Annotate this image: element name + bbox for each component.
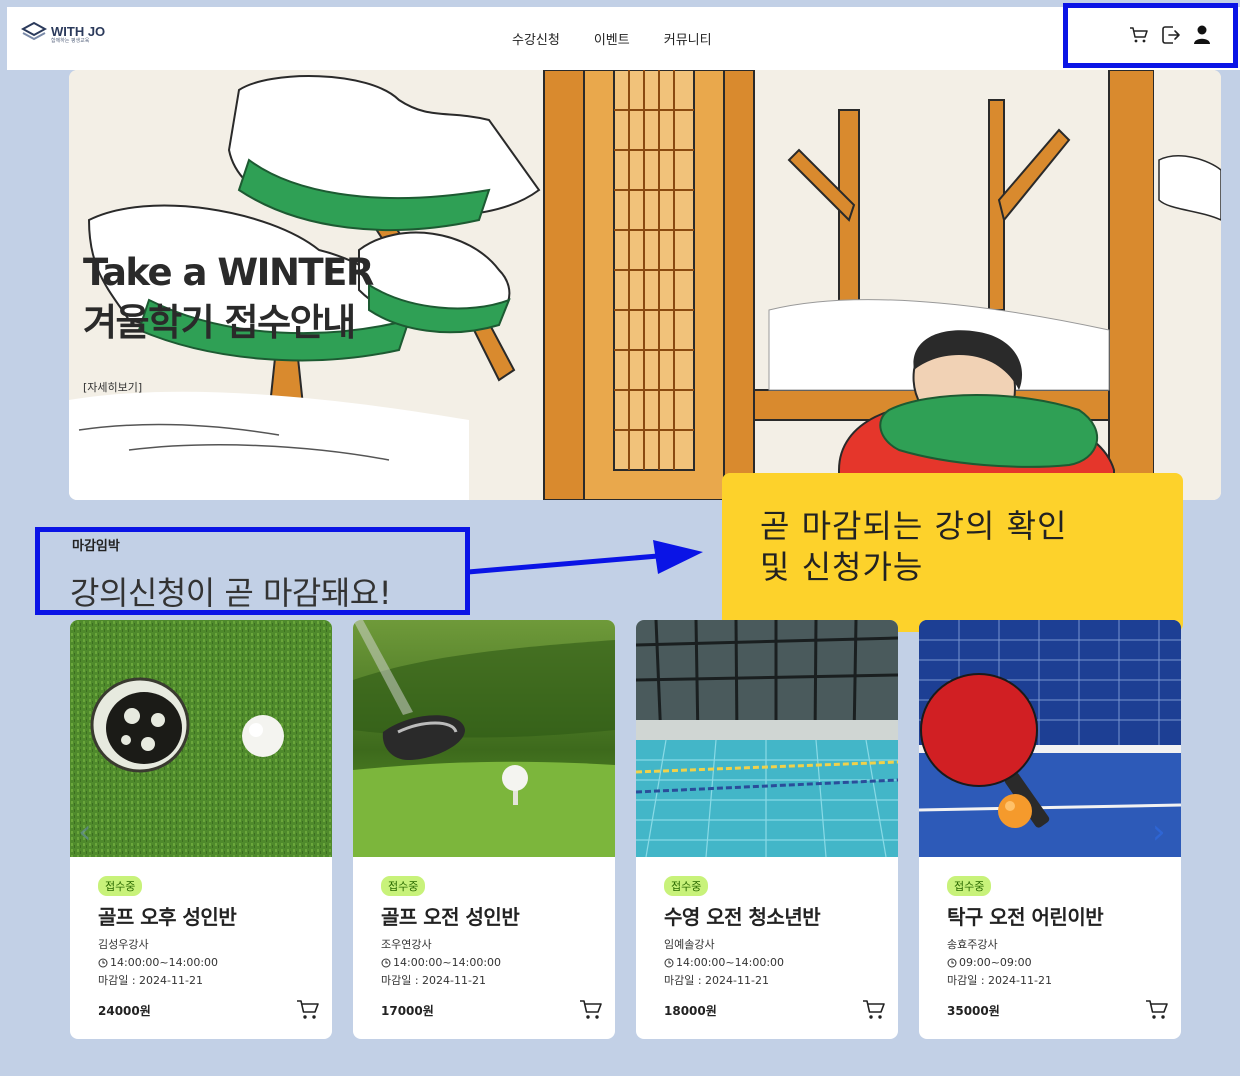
logo-subtext: 함께하는 평생교육: [51, 37, 90, 44]
course-time: 14:00:00~14:00:00: [381, 956, 501, 969]
nav-item-register[interactable]: 수강신청: [512, 29, 560, 48]
course-card[interactable]: 접수중 수영 오전 청소년반 임예솔강사 14:00:00~14:00:00 마…: [636, 620, 898, 1039]
status-badge: 접수중: [947, 876, 992, 896]
hero-title: Take a WINTER 겨울학기 접수안내: [83, 248, 374, 348]
course-price: 18000원: [664, 1004, 717, 1018]
course-image-swimming-pool: [636, 620, 898, 857]
course-time-text: 14:00:00~14:00:00: [110, 956, 219, 969]
status-badge: 접수중: [381, 876, 426, 896]
hero-banner[interactable]: Take a WINTER 겨울학기 접수안내 [자세히보기]: [69, 70, 1221, 500]
course-image-golf-hole: [70, 620, 332, 857]
course-card[interactable]: 접수중 골프 오후 성인반 김성우강사 14:00:00~14:00:00 마감…: [70, 620, 332, 1039]
course-teacher: 임예솔강사: [664, 938, 715, 951]
course-teacher: 조우연강사: [381, 938, 432, 951]
nav-item-event[interactable]: 이벤트: [594, 29, 630, 48]
cart-icon[interactable]: [1145, 999, 1169, 1025]
callout-line2: 및 신청가능: [760, 548, 924, 586]
clock-icon: [381, 958, 391, 967]
course-image-table-tennis: [919, 620, 1181, 857]
course-title[interactable]: 골프 오후 성인반: [98, 901, 237, 930]
course-deadline: 마감일 : 2024-11-21: [664, 974, 769, 987]
course-title[interactable]: 골프 오전 성인반: [381, 901, 520, 930]
course-time: 14:00:00~14:00:00: [664, 956, 784, 969]
course-card[interactable]: 접수중 골프 오전 성인반 조우연강사 14:00:00~14:00:00 마감…: [353, 620, 615, 1039]
clock-icon: [947, 958, 957, 967]
course-time-text: 14:00:00~14:00:00: [393, 956, 502, 969]
callout-line1: 곧 마감되는 강의 확인: [760, 507, 1068, 545]
hero-title-line1: Take a WINTER: [83, 251, 374, 294]
cart-icon[interactable]: [579, 999, 603, 1025]
logo-icon: [20, 21, 48, 47]
course-time: 09:00~09:00: [947, 956, 1032, 969]
course-time-text: 09:00~09:00: [959, 956, 1032, 969]
course-price: 35000원: [947, 1004, 1000, 1018]
course-time: 14:00:00~14:00:00: [98, 956, 218, 969]
status-badge: 접수중: [98, 876, 143, 896]
annotation-callout: 곧 마감되는 강의 확인 및 신청가능: [722, 473, 1183, 632]
main-nav: 수강신청 이벤트 커뮤니티: [512, 29, 712, 48]
cart-icon[interactable]: [296, 999, 320, 1025]
course-price: 24000원: [98, 1004, 151, 1018]
clock-icon: [98, 958, 108, 967]
course-deadline: 마감일 : 2024-11-21: [381, 974, 486, 987]
course-deadline: 마감일 : 2024-11-21: [947, 974, 1052, 987]
annotation-box-section: [35, 527, 470, 615]
course-price: 17000원: [381, 1004, 434, 1018]
hero-title-line2: 겨울학기 접수안내: [83, 301, 356, 344]
hero-detail-link[interactable]: [자세히보기]: [83, 379, 142, 395]
course-teacher: 송효주강사: [947, 938, 998, 951]
course-card[interactable]: 접수중 탁구 오전 어린이반 송효주강사 09:00~09:00 마감일 : 2…: [919, 620, 1181, 1039]
status-badge: 접수중: [664, 876, 709, 896]
course-deadline: 마감일 : 2024-11-21: [98, 974, 203, 987]
nav-item-community[interactable]: 커뮤니티: [664, 29, 712, 48]
chevron-right-icon[interactable]: ›: [1152, 812, 1166, 852]
clock-icon: [664, 958, 674, 967]
annotation-arrow: [468, 540, 703, 575]
annotation-box-header-icons: [1063, 3, 1238, 68]
cart-icon[interactable]: [862, 999, 886, 1025]
chevron-left-icon[interactable]: ‹: [78, 812, 92, 852]
logo-text: WITH JO: [51, 23, 106, 39]
course-title[interactable]: 수영 오전 청소년반: [664, 901, 821, 930]
course-time-text: 14:00:00~14:00:00: [676, 956, 785, 969]
logo[interactable]: WITH JO 함께하는 평생교육: [20, 21, 106, 47]
course-title[interactable]: 탁구 오전 어린이반: [947, 901, 1104, 930]
course-image-golf-club: [353, 620, 615, 857]
top-header: WITH JO 함께하는 평생교육 수강신청 이벤트 커뮤니티: [7, 7, 1240, 70]
course-teacher: 김성우강사: [98, 938, 149, 951]
